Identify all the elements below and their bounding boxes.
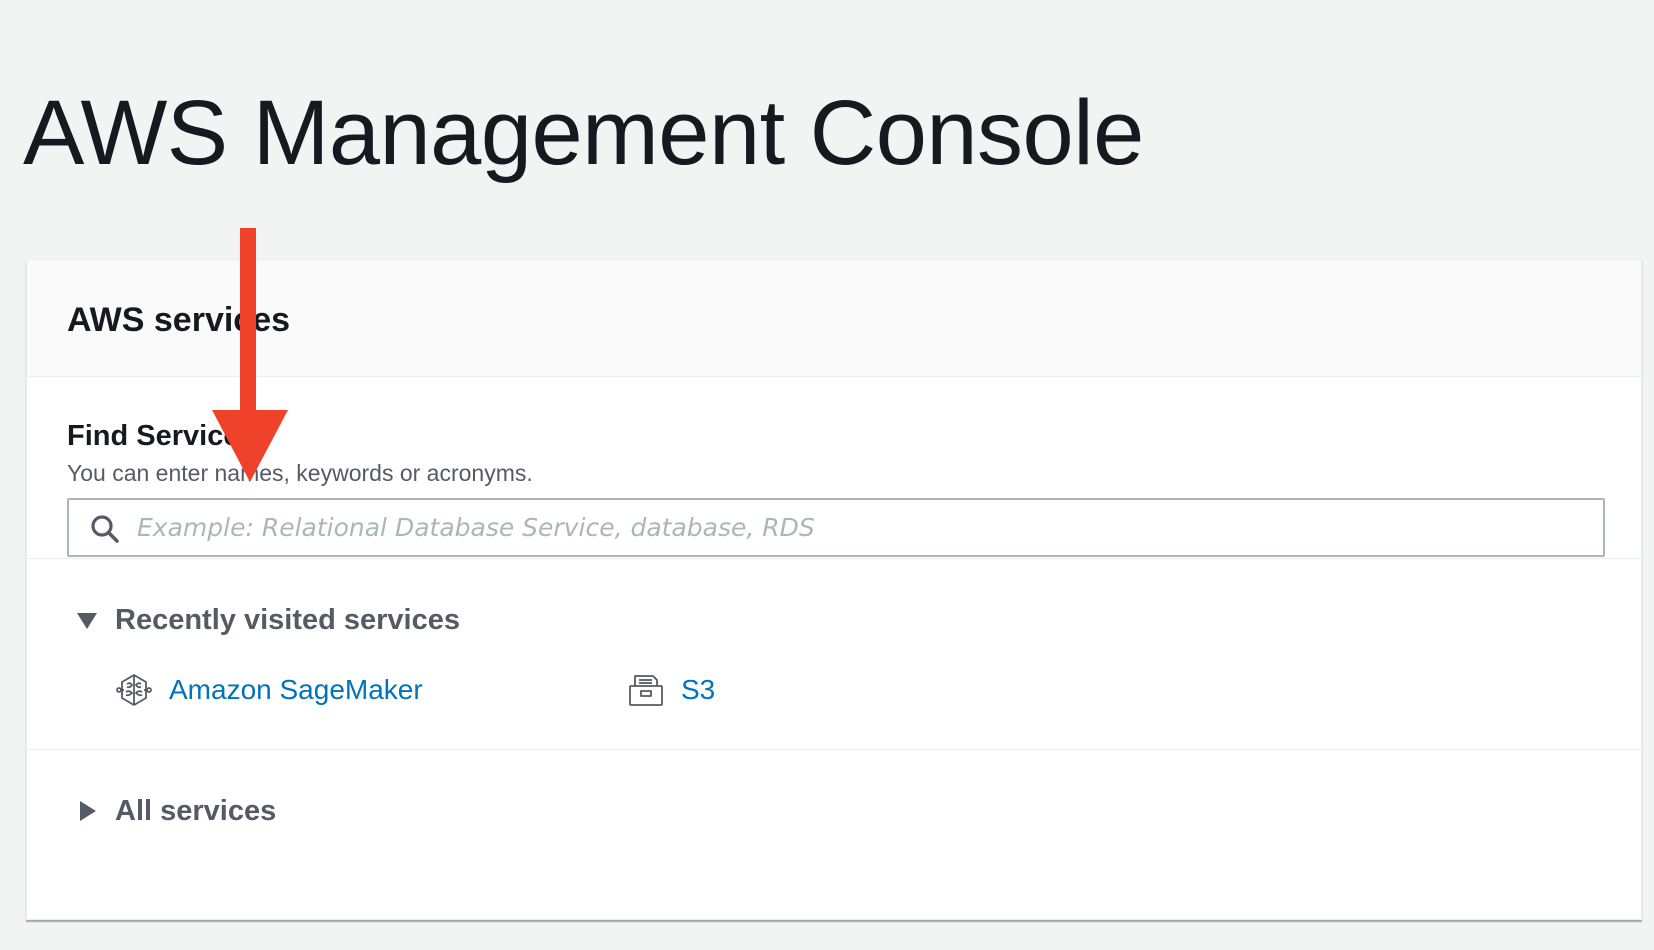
caret-down-icon: [77, 613, 97, 629]
recently-visited-label: Recently visited services: [115, 604, 460, 636]
service-link-sagemaker[interactable]: Amazon SageMaker: [115, 671, 423, 709]
all-services-toggle[interactable]: All services: [75, 794, 276, 828]
panel-header: AWS services: [27, 260, 1641, 377]
recently-visited-toggle[interactable]: Recently visited services: [75, 603, 460, 637]
s3-bucket-icon: [629, 675, 663, 706]
service-link-label: S3: [681, 674, 716, 705]
sagemaker-brain-icon: [116, 674, 152, 706]
panel-title: AWS services: [67, 301, 291, 339]
all-services-section: All services: [27, 750, 1641, 919]
service-link-s3[interactable]: S3: [627, 671, 715, 709]
recently-visited-section: Recently visited services Amazon SageMak…: [27, 559, 1641, 750]
find-services-description: You can enter names, keywords or acronym…: [67, 460, 533, 486]
page-title: AWS Management Console: [23, 82, 1144, 184]
search-box[interactable]: [67, 498, 1605, 557]
service-link-label: Amazon SageMaker: [169, 674, 423, 705]
aws-services-panel: AWS services Find Services You can enter…: [26, 259, 1642, 920]
all-services-label: All services: [115, 795, 277, 827]
caret-right-icon: [80, 801, 96, 821]
find-services-section: Find Services You can enter names, keywo…: [27, 377, 1641, 559]
find-services-label: Find Services: [67, 420, 256, 452]
search-icon: [91, 515, 119, 543]
search-input[interactable]: [137, 500, 1577, 555]
